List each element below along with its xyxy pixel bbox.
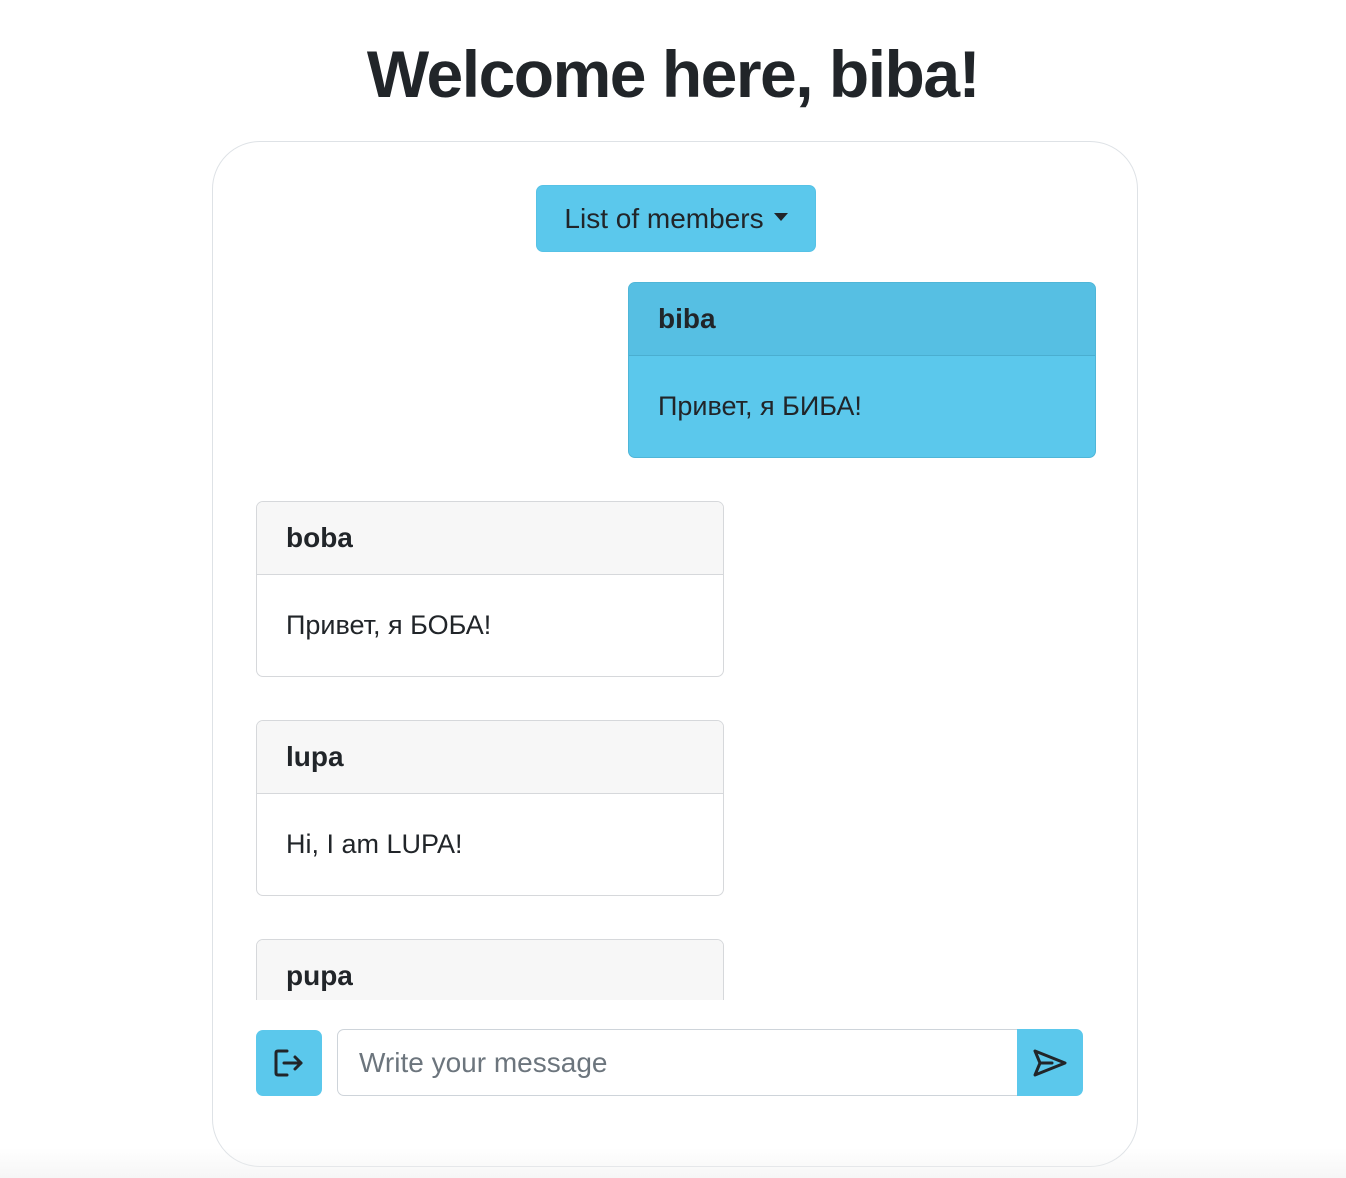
page-title: Welcome here, biba! [366,37,981,111]
message-author: biba [629,283,1095,356]
page-bottom-shadow [0,1148,1346,1178]
chat-page: Welcome here, biba! List of members biba… [0,0,1346,1178]
message-text: Привет, я БИБА! [658,391,862,421]
message-text: Привет, я БОБА! [286,610,492,640]
message-author: pupa [257,940,723,1000]
box-arrow-right-icon [274,1049,303,1077]
send-button[interactable] [1017,1029,1083,1096]
message-input[interactable] [337,1029,1018,1096]
members-button-label: List of members [564,202,764,234]
message-card: pupa [256,939,724,1000]
message-text: Hi, I am LUPA! [286,829,463,859]
send-icon [1033,1049,1067,1076]
message-input-bar [256,1029,1083,1096]
message-card: boba Привет, я БОБА! [256,501,724,677]
message-author: boba [257,502,723,575]
message-list[interactable]: biba Привет, я БИБА! boba Привет, я БОБА… [213,262,1137,1000]
list-of-members-button[interactable]: List of members [536,185,816,252]
logout-button[interactable] [256,1030,322,1096]
chat-card: List of members biba Привет, я БИБА! bob… [212,141,1138,1167]
caret-down-icon [773,212,788,221]
message-card-own: biba Привет, я БИБА! [628,282,1096,458]
message-author: lupa [257,721,723,794]
message-card: lupa Hi, I am LUPA! [256,720,724,896]
